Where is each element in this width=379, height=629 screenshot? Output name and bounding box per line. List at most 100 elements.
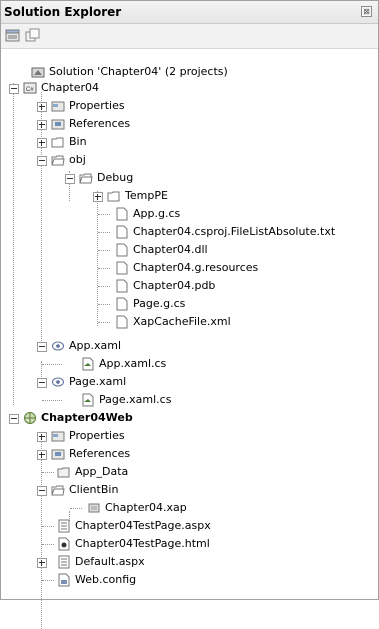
aspx-file-icon [58, 519, 70, 533]
config-file-icon [58, 573, 70, 587]
properties-folder-icon [51, 101, 65, 112]
properties-folder-icon [51, 431, 65, 442]
tree-item-label: obj [69, 153, 86, 166]
panel-title: Solution Explorer [4, 5, 122, 19]
tree-item-label: Chapter04TestPage.aspx [75, 519, 211, 532]
tree-item-label: Chapter04.xap [105, 501, 187, 514]
html-file-icon [58, 537, 70, 551]
xap-file-icon [88, 503, 100, 513]
tree-item-label: Page.xaml [69, 375, 127, 388]
folder-open-icon [79, 173, 93, 184]
properties-button[interactable] [5, 28, 21, 43]
tree-item-label: Chapter04TestPage.html [75, 537, 210, 550]
web-project-icon [24, 412, 36, 424]
svg-text:C#: C# [26, 87, 34, 93]
tree-guide [42, 364, 62, 365]
tree-item-label: Chapter04.g.resources [133, 261, 259, 274]
collapse-toggle[interactable] [9, 84, 19, 94]
file-icon [116, 207, 128, 221]
tree-guide [42, 526, 54, 527]
collapse-toggle[interactable] [9, 414, 19, 424]
cs-file-icon [82, 357, 94, 371]
title-bar: Solution Explorer ⊠ [1, 1, 378, 24]
file-icon [116, 243, 128, 257]
expand-toggle[interactable] [37, 138, 47, 148]
xaml-icon [52, 341, 64, 351]
tree-guide [98, 214, 110, 215]
tree-guide [41, 439, 42, 629]
tree-guide [42, 400, 62, 401]
file-icon [116, 261, 128, 275]
solution-icon [31, 67, 45, 78]
tree-item-label: References [69, 447, 131, 460]
tree-item-label: ClientBin [69, 483, 119, 496]
tree-guide [98, 268, 110, 269]
expand-toggle[interactable] [37, 120, 47, 130]
tree-item-label: References [69, 117, 131, 130]
references-icon [51, 119, 65, 130]
tree-guide [98, 232, 110, 233]
file-icon [116, 297, 128, 311]
tree-item-label: Chapter04.dll [133, 243, 208, 256]
collapse-toggle[interactable] [37, 156, 47, 166]
solution-tree: Solution 'Chapter04' (2 projects) C# Cha… [1, 49, 378, 629]
xaml-icon [52, 377, 64, 387]
collapse-toggle[interactable] [37, 378, 47, 388]
tree-item-label: Page.g.cs [133, 297, 186, 310]
tree-item-label: XapCacheFile.xml [133, 315, 231, 328]
solution-explorer-panel: Solution Explorer ⊠ Solution 'Chapter04'… [0, 0, 379, 629]
tree-guide [42, 544, 54, 545]
tree-item-label: App_Data [75, 465, 129, 478]
project-cs-icon: C# [23, 82, 37, 94]
folder-open-icon [51, 485, 65, 496]
tree-guide [42, 472, 54, 473]
tree-item-label: Chapter04Web [41, 411, 133, 424]
aspx-file-icon [58, 555, 70, 569]
toolbar [1, 24, 378, 49]
tree-item-label: Properties [69, 99, 125, 112]
tree-guide [98, 286, 110, 287]
tree-item-label: Web.config [75, 573, 137, 586]
auto-hide-pin-icon[interactable]: ⊠ [361, 6, 372, 17]
references-icon [51, 449, 65, 460]
tree-item-label: App.xaml [69, 339, 122, 352]
collapse-toggle[interactable] [37, 342, 47, 352]
show-all-files-button[interactable] [25, 28, 41, 43]
collapse-toggle[interactable] [37, 486, 47, 496]
tree-item-label: TempPE [125, 189, 168, 202]
expand-toggle[interactable] [37, 102, 47, 112]
tree-guide [98, 250, 110, 251]
tree-item-label: Properties [69, 429, 125, 442]
collapse-toggle[interactable] [65, 174, 75, 184]
file-icon [116, 225, 128, 239]
tree-guide [42, 580, 54, 581]
tree-item-label: Page.xaml.cs [99, 393, 172, 406]
folder-icon [51, 137, 64, 148]
tree-item-label: App.xaml.cs [99, 357, 167, 370]
folder-icon [107, 191, 120, 202]
folder-open-icon [51, 155, 65, 166]
expand-toggle[interactable] [37, 432, 47, 442]
show-all-files-icon [25, 28, 40, 42]
tree-guide [98, 304, 110, 305]
tree-guide [98, 322, 110, 323]
expand-toggle[interactable] [37, 558, 47, 568]
tree-item-label: Chapter04 [41, 81, 99, 94]
tree-item-label: Debug [97, 171, 134, 184]
tree-guide [70, 508, 82, 509]
tree-item-label: Chapter04.pdb [133, 279, 216, 292]
tree-item-label: Chapter04.csproj.FileListAbsolute.txt [133, 225, 336, 238]
tree-guide [13, 83, 14, 405]
tree-item-label: Bin [69, 135, 87, 148]
tree-guide [41, 92, 42, 347]
properties-icon [5, 29, 20, 42]
folder-icon [57, 467, 70, 478]
tree-item-label: Default.aspx [75, 555, 145, 568]
tree-item-label: App.g.cs [133, 207, 181, 220]
expand-toggle[interactable] [93, 192, 103, 202]
cs-file-icon [82, 393, 94, 407]
file-icon [116, 315, 128, 329]
file-icon [116, 279, 128, 293]
tree-guide [97, 191, 98, 326]
expand-toggle[interactable] [37, 450, 47, 460]
